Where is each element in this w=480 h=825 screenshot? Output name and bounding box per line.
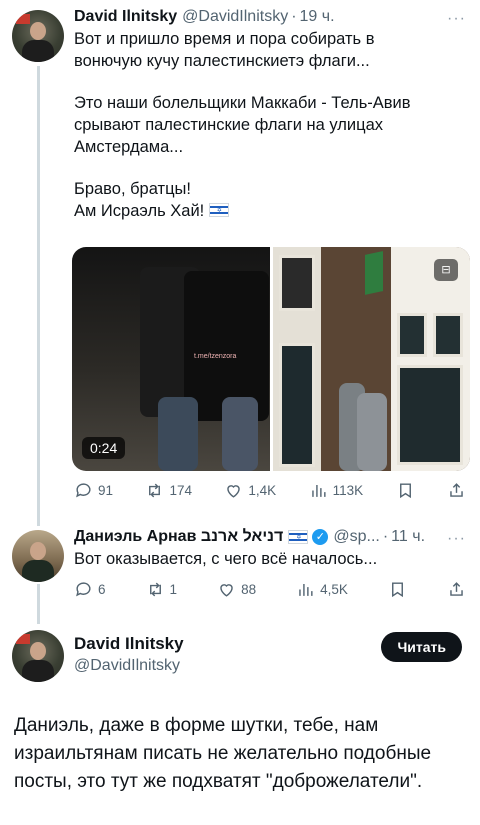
tweet-actions: 91 174 1,4K 113K <box>74 481 466 500</box>
tweet-text: Вот оказывается, с чего всё началось... <box>74 550 378 568</box>
tweet-line: Это наши болельщики Маккаби - Тель-Авив <box>74 94 411 112</box>
more-options-icon[interactable]: ··· <box>447 10 466 28</box>
follow-button[interactable]: Читать <box>381 632 462 662</box>
video-thumbnail[interactable]: t.me/tzenzora 0:24 <box>72 247 270 471</box>
tweet-line: срывают палестинские флаги на улицах <box>74 116 384 134</box>
israel-flag-icon: ✡ <box>288 530 309 544</box>
tweet-line: Амстердама... <box>74 138 184 156</box>
retweet-button[interactable]: 1 <box>146 580 178 599</box>
views-count: 4,5K <box>320 582 348 597</box>
reply-count: 91 <box>98 483 114 498</box>
like-icon <box>220 584 233 597</box>
avatar[interactable] <box>12 630 64 682</box>
like-count: 88 <box>241 582 257 597</box>
bookmark-icon <box>399 483 411 499</box>
like-button[interactable]: 1,4K <box>224 481 276 500</box>
tweet-text: Вот и пришло время и пора собирать в вон… <box>74 28 466 222</box>
avatar[interactable] <box>12 10 64 62</box>
author-handle[interactable]: @sp... <box>333 528 379 546</box>
retweet-count: 174 <box>169 483 192 498</box>
reply-count: 6 <box>98 582 106 597</box>
avatar[interactable] <box>12 530 64 582</box>
tweet-actions: 6 1 88 4,5K <box>74 580 466 599</box>
thread-line-1 <box>37 66 40 526</box>
retweet-icon <box>149 483 161 498</box>
tweet-line: Браво, братцы! <box>74 180 191 198</box>
retweet-button[interactable]: 174 <box>145 481 192 500</box>
author-name[interactable]: Даниэль Арнав דניאל ארנב <box>74 528 283 546</box>
tweet-header: Даниэль Арнав דניאל ארנב ✡ ✓ @sp... · 11… <box>74 528 466 546</box>
tweet-line: Вот и пришло время и пора собирать в <box>74 30 375 48</box>
author-name[interactable]: David Ilnitsky <box>74 8 177 26</box>
media-grid[interactable]: t.me/tzenzora 0:24 ⊟ <box>72 247 470 471</box>
reply-icon <box>76 582 91 597</box>
retweet-count: 1 <box>169 582 178 597</box>
views-icon <box>311 484 326 497</box>
tweet-header: David Ilnitsky @DavidIlnitsky · 19 ч. <box>74 8 466 26</box>
sticker-icon[interactable]: ⊟ <box>434 259 458 281</box>
views-button[interactable]: 113K <box>309 481 364 500</box>
tweet-text: Даниэль, даже в форме шутки, тебе, нам и… <box>14 715 432 792</box>
views-button[interactable]: 4,5K <box>296 580 348 599</box>
verified-icon: ✓ <box>312 529 329 545</box>
share-icon <box>450 483 463 497</box>
views-icon <box>299 583 313 596</box>
like-icon <box>227 485 241 498</box>
tweet-line-text: Ам Исраэль Хай! <box>74 202 205 220</box>
video-duration: 0:24 <box>82 437 126 459</box>
reply-icon <box>76 483 91 498</box>
watermark: t.me/tzenzora <box>194 353 237 360</box>
tweet-line: вонючую кучу палестинскиетэ флаги... <box>74 52 370 70</box>
retweet-icon <box>149 582 161 597</box>
separator: · <box>382 528 389 545</box>
share-button[interactable] <box>447 481 466 500</box>
photo-thumbnail[interactable]: ⊟ <box>272 247 470 471</box>
share-icon <box>450 582 463 596</box>
share-button[interactable] <box>447 580 466 599</box>
tweet-2: Даниэль Арнав דניאל ארנב ✡ ✓ @sp... · 11… <box>74 528 466 570</box>
separator: · <box>291 8 297 25</box>
reply-button[interactable]: 91 <box>74 481 113 500</box>
bookmark-button[interactable] <box>396 481 415 500</box>
views-count: 113K <box>332 483 364 498</box>
tweet-1: David Ilnitsky @DavidIlnitsky · 19 ч. ··… <box>74 8 466 222</box>
more-options-icon[interactable]: ··· <box>447 530 466 548</box>
tweet-line: Ам Исраэль Хай! ✡ <box>74 200 466 222</box>
like-button[interactable]: 88 <box>217 580 256 599</box>
bookmark-button[interactable] <box>388 580 407 599</box>
thread-line-2 <box>37 584 40 624</box>
timestamp[interactable]: 11 ч. <box>391 528 425 546</box>
reply-button[interactable]: 6 <box>74 580 106 599</box>
author-handle[interactable]: @DavidIlnitsky <box>182 8 288 26</box>
timestamp[interactable]: 19 ч. <box>300 8 335 26</box>
israel-flag-icon: ✡ <box>208 203 229 217</box>
like-count: 1,4K <box>248 483 277 498</box>
bookmark-icon <box>392 582 403 598</box>
